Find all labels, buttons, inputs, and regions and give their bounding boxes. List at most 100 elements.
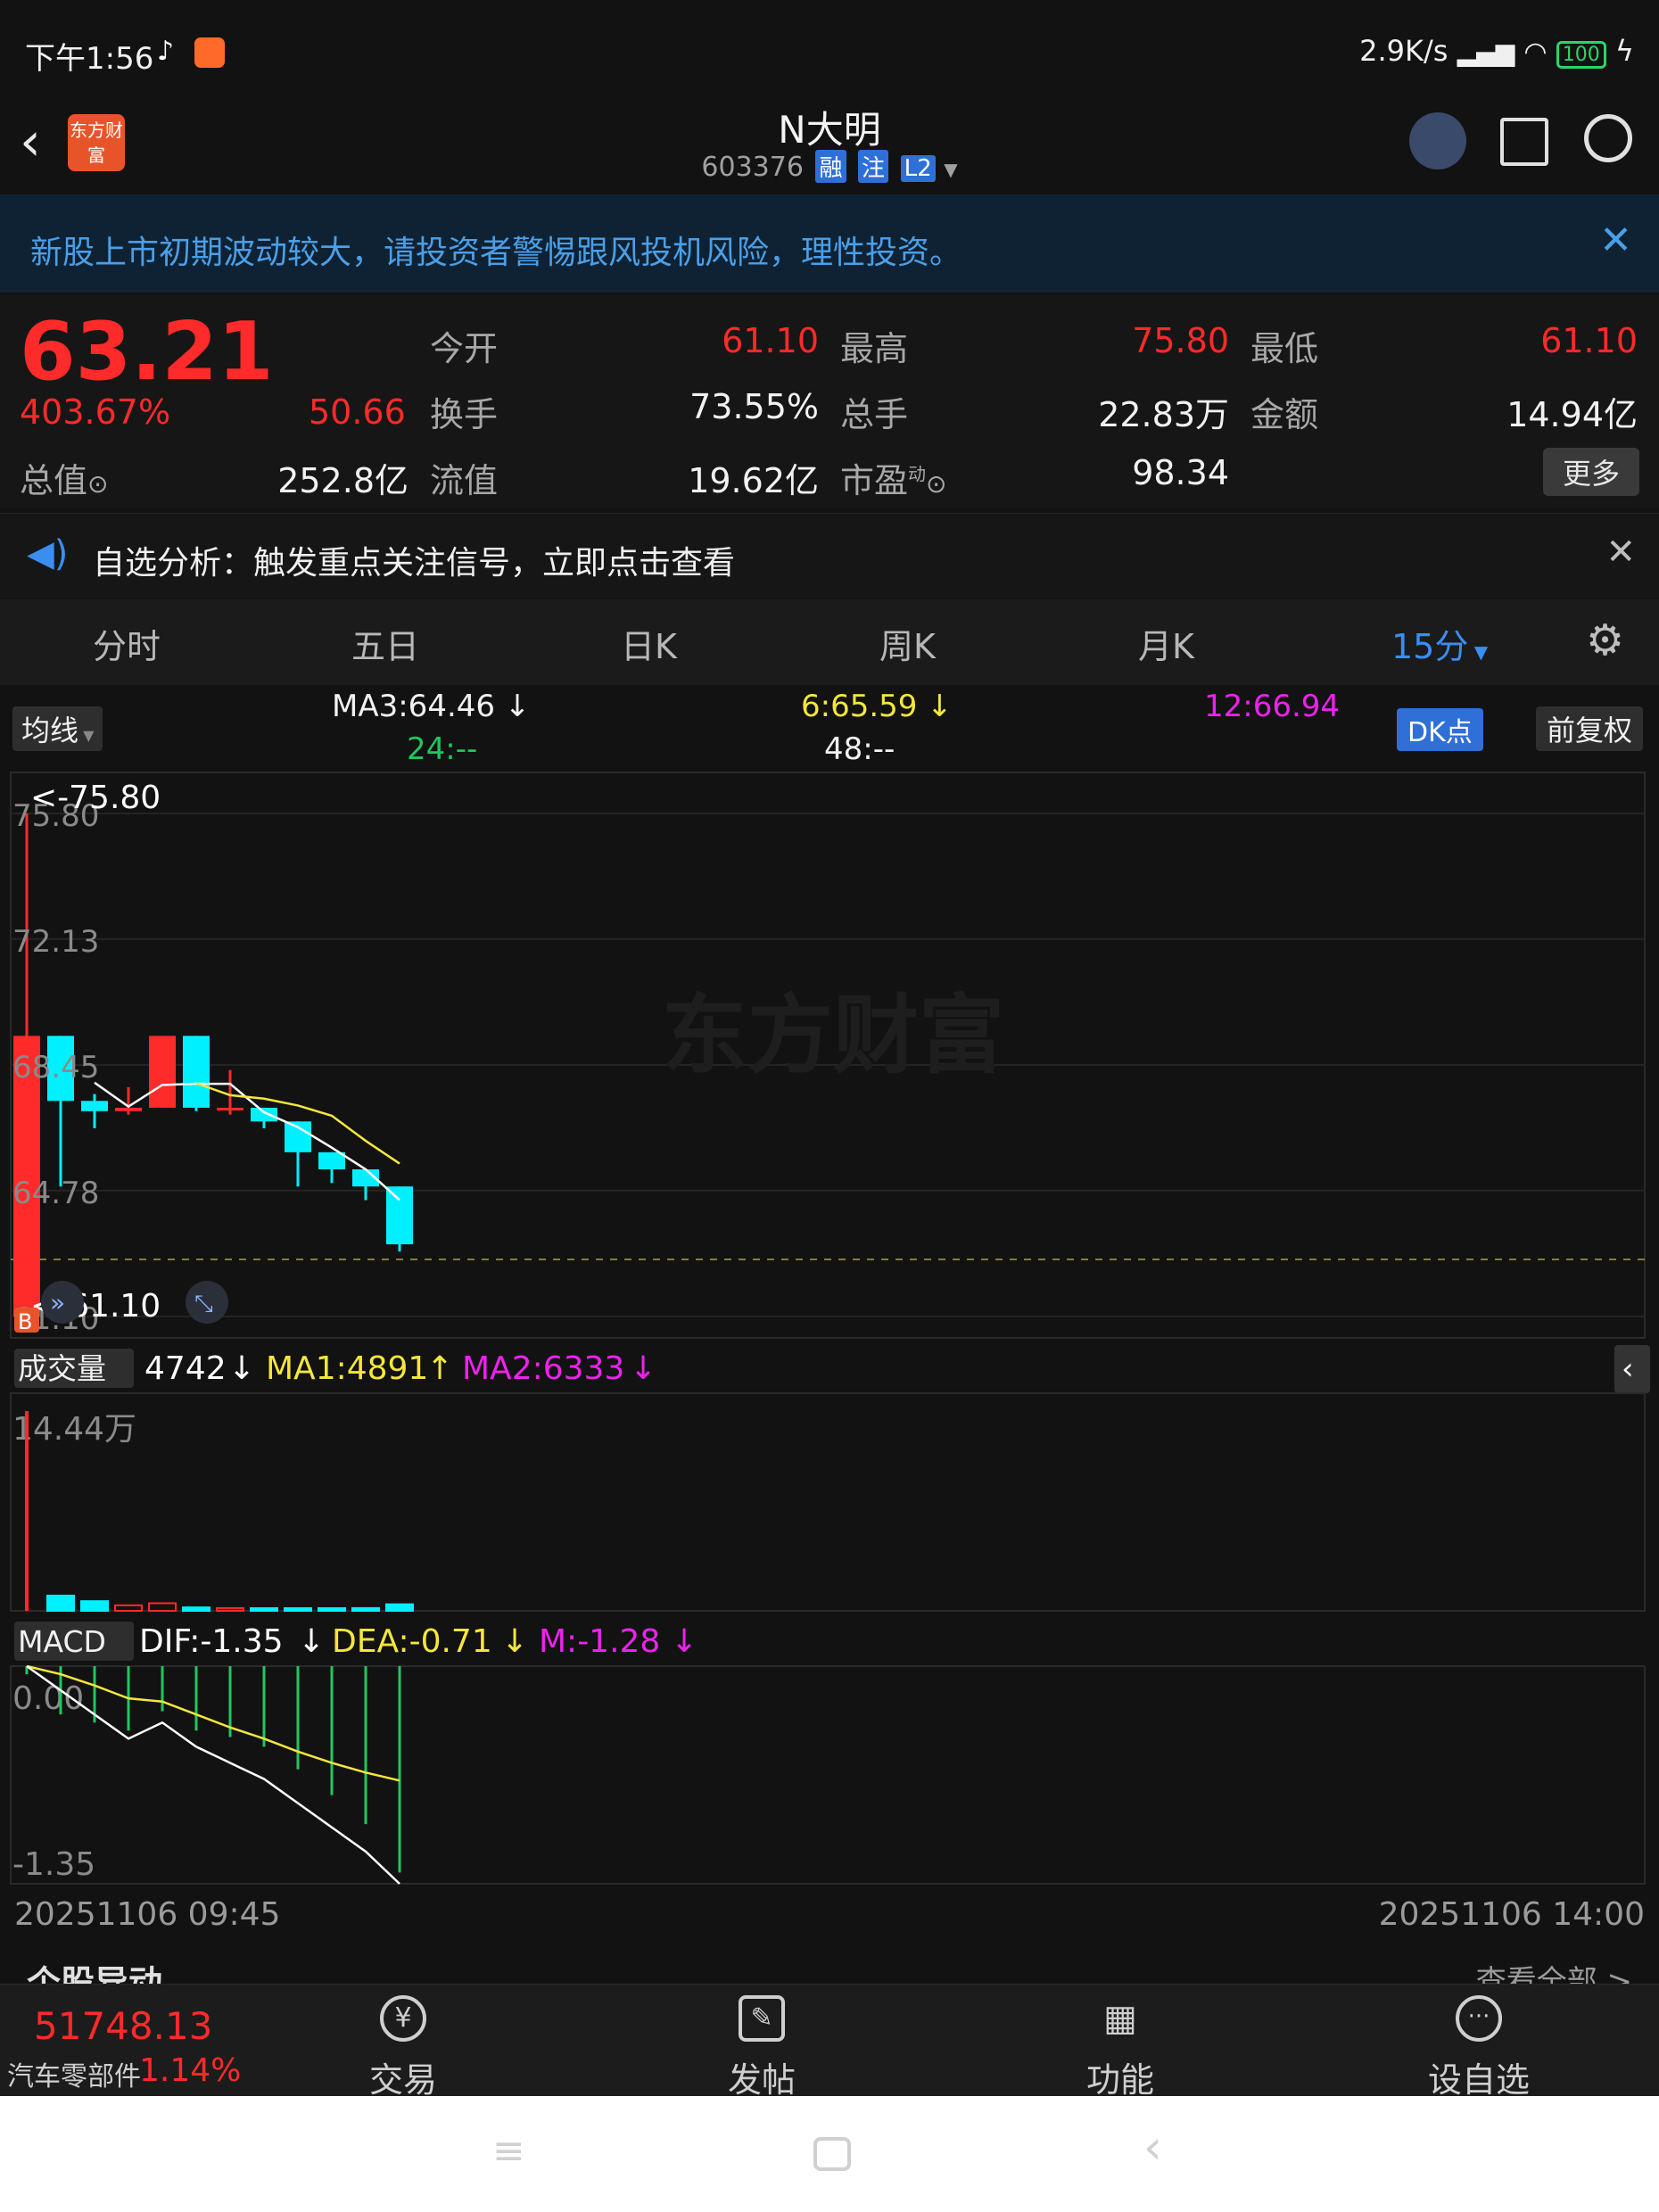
open-value: 61.10 [722, 321, 819, 360]
search-icon[interactable] [1584, 114, 1632, 162]
nav-functions[interactable]: ▦ 功能 [1022, 1985, 1218, 2100]
volume-bar [46, 1594, 75, 1612]
double-chevron-icon: » [50, 1288, 65, 1317]
candle-body [183, 1036, 210, 1108]
market-cap-value: 252.8亿 [277, 461, 409, 500]
net-speed: 2.9K/s [1359, 34, 1449, 68]
price-axis-label: 64.78 [12, 1176, 99, 1211]
settings-gear-icon[interactable]: ⚙ [1586, 615, 1624, 665]
more-dots-icon: ··· [1456, 1995, 1502, 2042]
menu-icon[interactable]: ≡ [492, 2128, 525, 2174]
nav-trade-label: 交易 [368, 2060, 437, 2100]
low-label: 最低 [1250, 329, 1319, 368]
candle-body [217, 1107, 243, 1110]
nav-post[interactable]: ✎ 发帖 [664, 1985, 860, 2100]
volume-bar [250, 1607, 278, 1612]
kline-svg[interactable]: 东方财富 75.8072.1368.4564.7861.10 <-75.80 <… [0, 769, 1659, 1937]
share-icon[interactable] [1500, 118, 1548, 166]
volume-bar [80, 1600, 109, 1613]
low-value: 61.10 [1540, 321, 1638, 360]
volume-bar [385, 1603, 414, 1612]
macd-selector[interactable]: MACD [18, 1624, 106, 1659]
candle-body [81, 1101, 108, 1111]
section-peek: 个股异动 查看全部 > [0, 1944, 1659, 1984]
tag-margin: 融 [815, 150, 846, 183]
macd-m: M:-1.28 [539, 1623, 660, 1660]
candle-body [251, 1107, 277, 1122]
amount-label: 金额 [1250, 395, 1319, 434]
home-icon[interactable] [813, 2137, 851, 2171]
nav-add-watchlist[interactable]: ··· 设自选 [1381, 1985, 1577, 2100]
ma12-value: 12:66.94 [1204, 689, 1341, 724]
risk-notice-text: 新股上市初期波动较大，请投资者警惕跟风投机风险，理性投资。 [30, 235, 962, 271]
ma48-value: 48:-- [824, 731, 896, 767]
stock-code-row[interactable]: 603376 融 注 L2 ▼ [0, 150, 1659, 183]
down-arrow-icon: ↓ [630, 1350, 656, 1387]
quote-panel: 63.21 403.67% 50.66 今开 61.10 最高 75.80 最低… [0, 294, 1659, 508]
more-button[interactable]: 更多 [1542, 448, 1639, 496]
pe-label: 市盈动⊙ [840, 461, 947, 500]
kline-chart-area[interactable]: 东方财富 75.8072.1368.4564.7861.10 <-75.80 <… [0, 769, 1659, 1937]
tab-15min[interactable]: 15分 ▼ [1391, 619, 1488, 668]
float-cap-label: 流值 [430, 461, 499, 500]
tab-weekly-k[interactable]: 周K [879, 619, 936, 668]
dk-point-button[interactable]: DK点 [1397, 708, 1483, 751]
signal-bar[interactable]: ◀) 自选分析：触发重点关注信号，立即点击查看 ✕ [0, 513, 1659, 598]
charging-icon: ϟ [1614, 34, 1634, 68]
volume-value: 22.83万 [1098, 395, 1229, 434]
nav-post-label: 发帖 [727, 2060, 796, 2100]
ma-selector[interactable]: 均线 ▼ [12, 706, 103, 751]
volume-bar [148, 1602, 177, 1612]
tab-monthly-k[interactable]: 月K [1138, 619, 1194, 668]
candle-body [386, 1186, 413, 1245]
volume-label: 总手 [840, 395, 909, 434]
close-icon[interactable]: ✕ [1599, 218, 1632, 263]
volume-bar [182, 1606, 210, 1613]
change-amount: 50.66 [309, 392, 406, 432]
ma24-value: 24:-- [407, 731, 478, 767]
ma6-value: 6:65.59 ↓ [801, 689, 953, 724]
volume-bar [25, 1411, 29, 1611]
index-name: 汽车零部件 [7, 2061, 141, 2092]
tab-daily-k[interactable]: 日K [621, 619, 677, 668]
tab-intraday[interactable]: 分时 [93, 619, 161, 668]
time-axis-end: 20251106 14:00 [1379, 1896, 1645, 1933]
index-value: 51748.13 [34, 2004, 213, 2048]
float-cap-value: 19.62亿 [688, 461, 819, 500]
nav-trade[interactable]: ¥ 交易 [305, 1985, 501, 2100]
tab-five-day[interactable]: 五日 [351, 619, 419, 668]
up-arrow-icon: ↑ [426, 1350, 453, 1387]
turnover-value: 73.55% [689, 387, 819, 426]
tag-l2: L2 [900, 155, 936, 182]
back-nav-icon[interactable]: ‹ [1143, 2121, 1162, 2175]
pe-value: 98.34 [1132, 453, 1229, 492]
stock-header: ‹ 东方财富 N大明 603376 融 注 L2 ▼ [0, 98, 1659, 196]
volume-selector[interactable]: 成交量 [18, 1351, 106, 1386]
robot-assistant-icon[interactable] [1409, 112, 1466, 169]
macd-ybottom: -1.35 [12, 1846, 95, 1883]
stock-movement-title: 个股异动 [27, 1963, 163, 1984]
edit-icon: ✎ [739, 1995, 785, 2042]
view-all-link[interactable]: 查看全部 > [1476, 1957, 1632, 1984]
yen-icon: ¥ [380, 1995, 426, 2042]
index-ticker[interactable]: 51748.13 汽车零部件 1.14% [0, 1985, 259, 2097]
time-axis-start: 20251106 09:45 [14, 1896, 280, 1933]
volume-ma2: MA2:6333 [462, 1350, 624, 1387]
volume-bar [216, 1606, 244, 1613]
bottom-nav: 51748.13 汽车零部件 1.14% ¥ 交易 ✎ 发帖 ▦ 功能 ··· … [0, 1984, 1659, 2100]
status-time: 下午1:56 [25, 41, 154, 77]
nav-add-watchlist-label: 设自选 [1427, 2060, 1530, 2100]
chevron-down-icon: ▼ [944, 159, 958, 180]
down-arrow-icon: ↓ [671, 1623, 697, 1660]
price-axis-label: 72.13 [12, 924, 99, 960]
app-notification-icon [194, 37, 225, 68]
high-marker: <-75.80 [30, 780, 161, 816]
forward-adjust-button[interactable]: 前复权 [1536, 706, 1644, 751]
market-cap-label: 总值⊙ [20, 461, 109, 500]
status-bar: 下午1:56 ♪ 2.9K/s ▂▄▆ ◠ 100 ϟ [0, 0, 1659, 107]
open-label: 今开 [430, 329, 499, 368]
system-nav-bar: ≡ ‹ [0, 2096, 1659, 2212]
volume-bar [114, 1604, 143, 1613]
close-icon[interactable]: ✕ [1605, 532, 1636, 573]
high-value: 75.80 [1132, 321, 1229, 360]
